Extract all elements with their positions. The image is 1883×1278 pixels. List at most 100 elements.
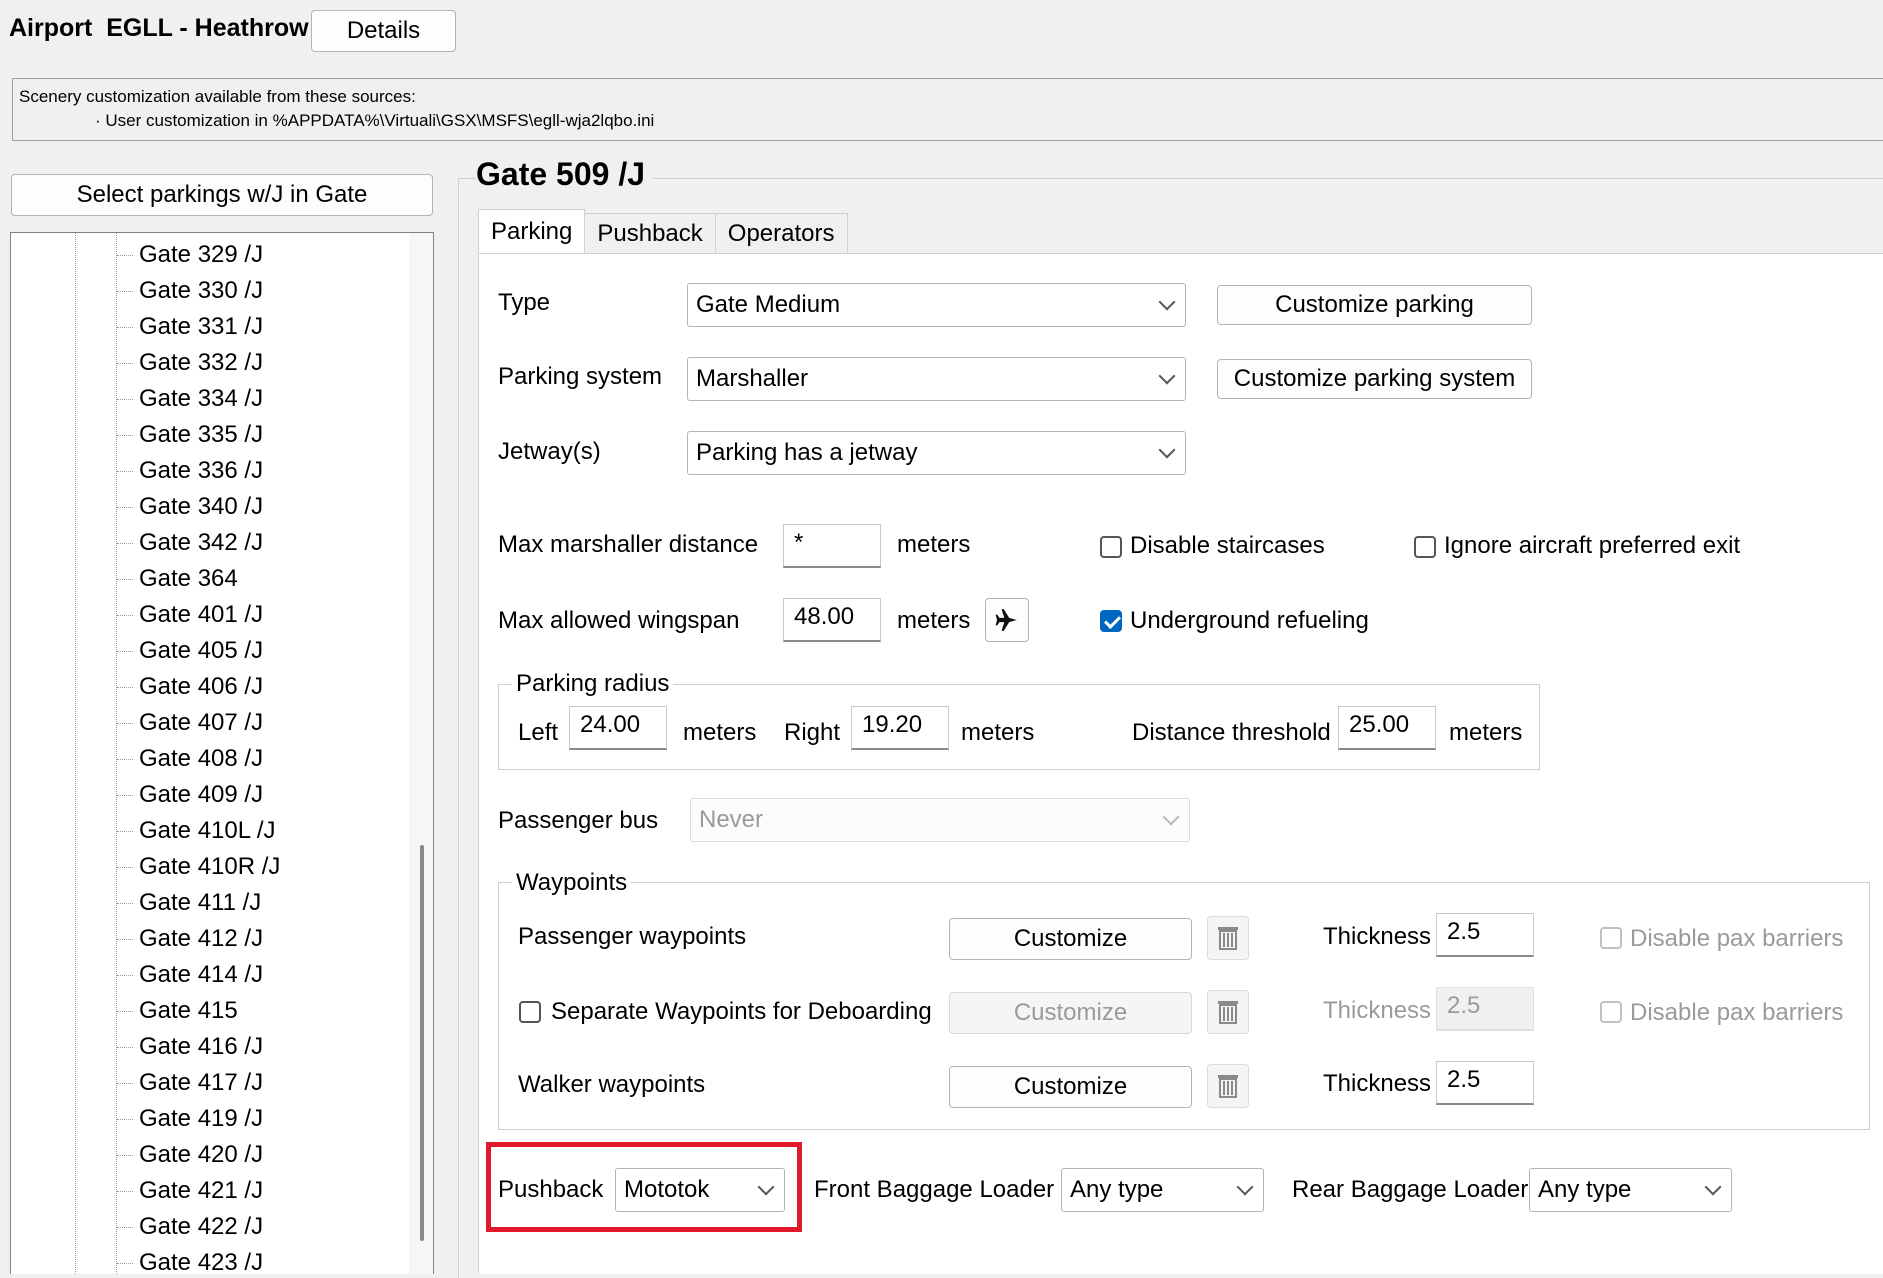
chevron-down-icon — [1158, 441, 1176, 459]
aircraft-wingspan-button[interactable] — [985, 598, 1029, 642]
tree-item[interactable]: Gate 331 /J — [11, 309, 280, 345]
chevron-down-icon — [1158, 367, 1176, 385]
passenger-bus-select-value: Never — [699, 806, 764, 833]
walker-waypoints-label: Walker waypoints — [518, 1071, 706, 1098]
customize-parking-button[interactable]: Customize parking — [1217, 285, 1532, 325]
tree-item[interactable]: Gate 422 /J — [11, 1209, 280, 1245]
pushback-highlight-box — [486, 1142, 802, 1232]
airport-label: Airport EGLL - Heathrow — [9, 14, 309, 42]
tree-item[interactable]: Gate 417 /J — [11, 1065, 280, 1101]
tree-item[interactable]: Gate 409 /J — [11, 777, 280, 813]
tree-scrollbar-thumb[interactable] — [420, 845, 424, 1241]
separate-waypoints-checkbox[interactable] — [519, 1001, 541, 1023]
walker-thickness-label: Thickness — [1323, 1070, 1432, 1097]
front-baggage-loader-select[interactable]: Any type — [1061, 1168, 1264, 1212]
passenger-bus-label: Passenger bus — [498, 807, 659, 834]
disable-pax-barriers-checkbox — [1600, 927, 1622, 949]
deboarding-thickness-label: Thickness — [1323, 997, 1432, 1024]
customize-parking-system-button[interactable]: Customize parking system — [1217, 359, 1532, 399]
passenger-bus-select: Never — [690, 798, 1190, 842]
ignore-exit-label: Ignore aircraft preferred exit — [1444, 532, 1741, 559]
tree-item[interactable]: Gate 401 /J — [11, 597, 280, 633]
deboarding-thickness-input: 2.5 — [1436, 987, 1534, 1031]
tree-item[interactable]: Gate 415 — [11, 993, 280, 1029]
parking-system-select[interactable]: Marshaller — [687, 357, 1186, 401]
tree-item[interactable]: Gate 414 /J — [11, 957, 280, 993]
customize-walker-waypoints-button[interactable]: Customize — [949, 1066, 1192, 1108]
disable-pax-barriers-deboarding-label: Disable pax barriers — [1630, 999, 1844, 1026]
chevron-down-icon — [1162, 808, 1180, 826]
tab-operators[interactable]: Operators — [714, 213, 848, 253]
tree-item[interactable]: Gate 410L /J — [11, 813, 280, 849]
tree-item[interactable]: Gate 336 /J — [11, 453, 280, 489]
chevron-down-icon — [1158, 293, 1176, 311]
parking-tree[interactable]: Gate 329 /J Gate 330 /J Gate 331 /J Gate 33… — [10, 232, 434, 1274]
tab-parking[interactable]: Parking — [478, 209, 586, 253]
tree-item[interactable]: Gate 334 /J — [11, 381, 280, 417]
airplane-icon — [995, 609, 1017, 631]
jetway-select-value: Parking has a jetway — [696, 439, 918, 466]
chevron-down-icon — [1704, 1178, 1722, 1196]
delete-passenger-waypoints-button[interactable] — [1207, 916, 1249, 960]
type-label: Type — [498, 289, 551, 316]
tab-pushback[interactable]: Pushback — [584, 213, 716, 253]
passenger-thickness-label: Thickness — [1323, 923, 1432, 950]
meters-label: meters — [897, 607, 971, 634]
underground-refueling-label: Underground refueling — [1130, 607, 1369, 634]
tree-item[interactable]: Gate 421 /J — [11, 1173, 280, 1209]
parking-radius-legend: Parking radius — [512, 669, 674, 699]
tree-item[interactable]: Gate 411 /J — [11, 885, 280, 921]
distance-threshold-input[interactable]: 25.00 — [1338, 706, 1436, 750]
type-select[interactable]: Gate Medium — [687, 283, 1186, 327]
waypoints-legend: Waypoints — [512, 868, 632, 898]
radius-left-input[interactable]: 24.00 — [569, 706, 667, 750]
tree-item[interactable]: Gate 332 /J — [11, 345, 280, 381]
jetway-select[interactable]: Parking has a jetway — [687, 431, 1186, 475]
tree-item[interactable]: Gate 335 /J — [11, 417, 280, 453]
chevron-down-icon — [1236, 1178, 1254, 1196]
tree-item[interactable]: Gate 340 /J — [11, 489, 280, 525]
distance-threshold-label: Distance threshold — [1132, 719, 1331, 746]
passenger-waypoints-label: Passenger waypoints — [518, 923, 747, 950]
max-marshaller-input[interactable]: * — [783, 524, 881, 568]
meters-label: meters — [1449, 719, 1523, 746]
tree-item[interactable]: Gate 410R /J — [11, 849, 280, 885]
rear-baggage-loader-label: Rear Baggage Loader — [1292, 1176, 1529, 1203]
underground-refueling-checkbox[interactable] — [1100, 610, 1122, 632]
tree-item[interactable]: Gate 405 /J — [11, 633, 280, 669]
tree-item[interactable]: Gate 406 /J — [11, 669, 280, 705]
walker-thickness-input[interactable]: 2.5 — [1436, 1061, 1534, 1105]
meters-label: meters — [961, 719, 1035, 746]
scenery-info-line1: Scenery customization available from the… — [19, 87, 416, 106]
tree-item[interactable]: Gate 329 /J — [11, 237, 280, 273]
max-wingspan-input[interactable]: 48.00 — [783, 598, 881, 642]
jetway-label: Jetway(s) — [498, 438, 601, 465]
tree-item[interactable]: Gate 342 /J — [11, 525, 280, 561]
tree-item[interactable]: Gate 407 /J — [11, 705, 280, 741]
scenery-info-line2: · User customization in %APPDATA%\Virtua… — [95, 111, 655, 130]
tree-item[interactable]: Gate 420 /J — [11, 1137, 280, 1173]
rear-baggage-loader-select[interactable]: Any type — [1529, 1168, 1732, 1212]
disable-staircases-label: Disable staircases — [1130, 532, 1325, 559]
customize-passenger-waypoints-button[interactable]: Customize — [949, 918, 1192, 960]
delete-walker-waypoints-button[interactable] — [1207, 1064, 1249, 1108]
ignore-exit-checkbox[interactable] — [1414, 536, 1436, 558]
tree-list: Gate 329 /J Gate 330 /J Gate 331 /J Gate 33… — [11, 237, 280, 1274]
select-parkings-button[interactable]: Select parkings w/J in Gate — [11, 174, 433, 216]
tree-item[interactable]: Gate 408 /J — [11, 741, 280, 777]
separate-waypoints-label: Separate Waypoints for Deboarding — [551, 998, 932, 1025]
tree-item[interactable]: Gate 419 /J — [11, 1101, 280, 1137]
scenery-info-box: Scenery customization available from the… — [12, 78, 1883, 141]
passenger-thickness-input[interactable]: 2.5 — [1436, 913, 1534, 957]
tree-item[interactable]: Gate 416 /J — [11, 1029, 280, 1065]
radius-right-input[interactable]: 19.20 — [851, 706, 949, 750]
tree-item[interactable]: Gate 330 /J — [11, 273, 280, 309]
customize-deboarding-waypoints-button: Customize — [949, 992, 1192, 1034]
gate-title: Gate 509 /J — [476, 156, 653, 193]
disable-staircases-checkbox[interactable] — [1100, 536, 1122, 558]
tree-item[interactable]: Gate 423 /J — [11, 1245, 280, 1274]
details-button[interactable]: Details — [311, 10, 456, 52]
tree-item[interactable]: Gate 412 /J — [11, 921, 280, 957]
tree-scrollbar[interactable] — [409, 233, 433, 1274]
tree-item[interactable]: Gate 364 — [11, 561, 280, 597]
